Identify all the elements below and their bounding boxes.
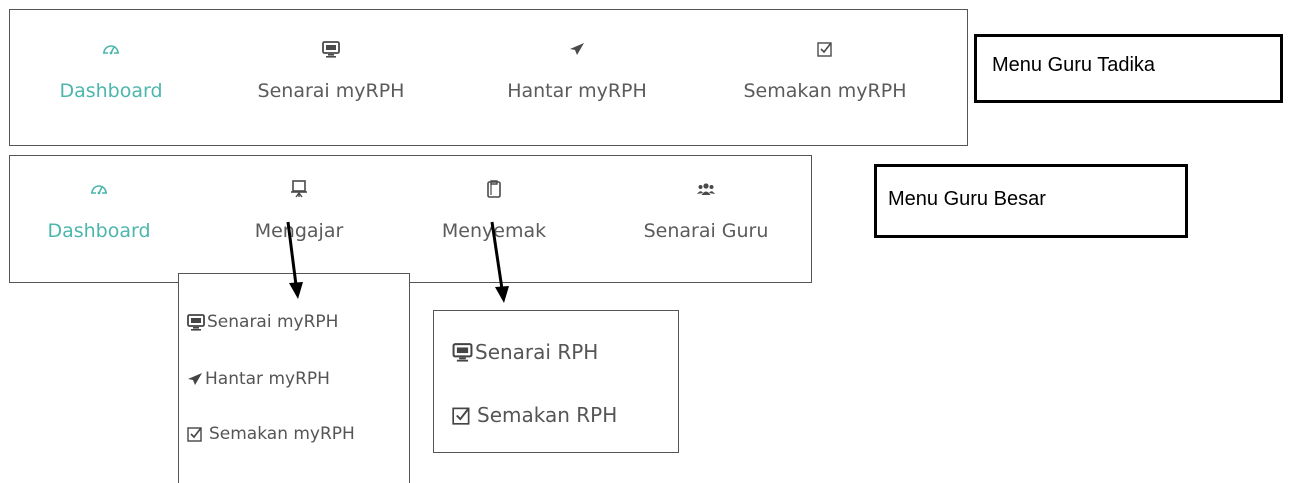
monitor-icon [322, 38, 340, 60]
nav-menyemak[interactable]: Menyemak [424, 178, 564, 242]
nav-dashboard-label: Dashboard [59, 80, 163, 102]
presentation-board-icon [291, 178, 307, 200]
checkbox-icon [187, 426, 203, 442]
caption-text: Menu Guru Besar [888, 188, 1046, 210]
dashboard-icon [90, 178, 108, 200]
paper-plane-icon [187, 372, 203, 386]
nav-senarai-guru-label: Senarai Guru [643, 220, 769, 242]
checkbox-icon [817, 38, 833, 60]
clipboard-icon [487, 178, 501, 200]
dropdown-menyemak: Senarai RPH Semakan RPH [433, 310, 679, 453]
caption-menu-guru-besar: Menu Guru Besar [874, 164, 1188, 238]
menu-guru-tadika: Dashboard Senarai myRPH Hantar myRPH Sem… [9, 9, 968, 146]
dropdown-item-label: Semakan RPH [477, 403, 618, 427]
nav-senarai-myrph[interactable]: Senarai myRPH [246, 38, 416, 102]
menu-guru-besar: Dashboard Mengajar Menyemak Senarai Guru [9, 155, 812, 283]
dropdown-item-senarai-myrph[interactable]: Senarai myRPH [187, 312, 338, 332]
nav-dashboard[interactable]: Dashboard [46, 38, 176, 102]
nav-hantar-myrph[interactable]: Hantar myRPH [492, 38, 662, 102]
nav-hantar-myrph-label: Hantar myRPH [507, 80, 647, 102]
dropdown-item-label: Senarai myRPH [207, 312, 339, 332]
users-icon [697, 178, 715, 200]
monitor-icon [187, 313, 205, 331]
nav-senarai-myrph-label: Senarai myRPH [257, 80, 405, 102]
dashboard-icon [102, 38, 120, 60]
nav-mengajar-label: Mengajar [254, 220, 344, 242]
dropdown-item-senarai-rph[interactable]: Senarai RPH [452, 340, 598, 364]
dropdown-item-label: Hantar myRPH [205, 369, 330, 389]
dropdown-item-hantar-myrph[interactable]: Hantar myRPH [187, 369, 330, 389]
dropdown-item-semakan-myrph[interactable]: Semakan myRPH [187, 424, 355, 444]
nav-semakan-myrph[interactable]: Semakan myRPH [730, 38, 920, 102]
nav-dashboard[interactable]: Dashboard [34, 178, 164, 242]
nav-mengajar[interactable]: Mengajar [234, 178, 364, 242]
dropdown-item-semakan-rph[interactable]: Semakan RPH [452, 403, 617, 427]
nav-dashboard-label: Dashboard [47, 220, 151, 242]
caption-text: Menu Guru Tadika [992, 54, 1156, 76]
paper-plane-icon [569, 38, 585, 60]
nav-menyemak-label: Menyemak [441, 220, 547, 242]
nav-semakan-myrph-label: Semakan myRPH [743, 80, 907, 102]
dropdown-mengajar: Senarai myRPH Hantar myRPH Semakan myRPH [178, 273, 410, 483]
checkbox-icon [452, 406, 471, 425]
dropdown-item-label: Senarai RPH [475, 340, 599, 364]
nav-senarai-guru[interactable]: Senarai Guru [626, 178, 786, 242]
dropdown-item-label: Semakan myRPH [209, 424, 355, 444]
monitor-icon [452, 342, 473, 362]
caption-menu-guru-tadika: Menu Guru Tadika [974, 34, 1283, 103]
